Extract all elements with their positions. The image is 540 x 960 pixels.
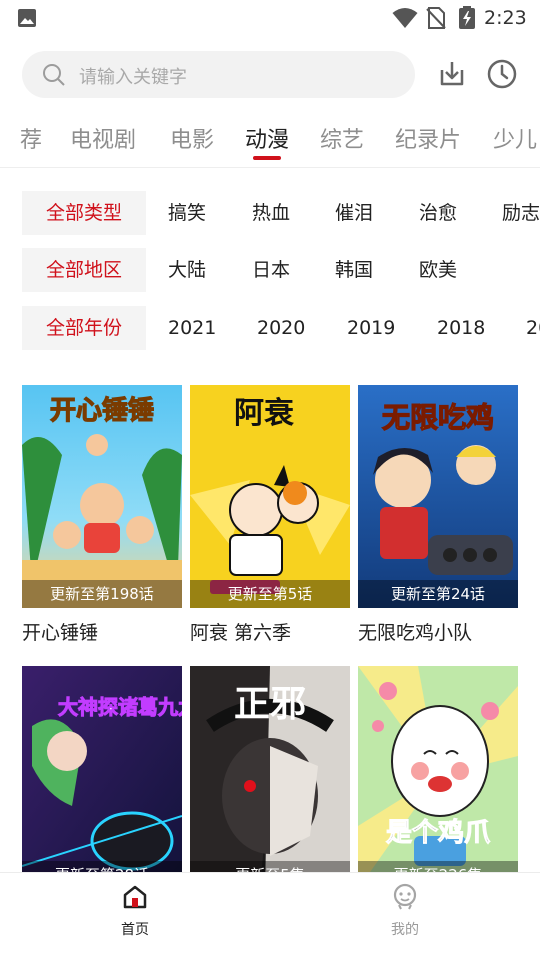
- cover-title-art: 无限吃鸡: [382, 401, 494, 434]
- show-cover[interactable]: 阿衰 更新至第5话: [190, 385, 350, 608]
- cover-art-image: 是个鸡爪: [358, 666, 518, 889]
- tab-recommend[interactable]: 荐: [20, 122, 42, 154]
- history-icon[interactable]: [486, 58, 518, 90]
- filter-type-option[interactable]: 治愈: [419, 191, 457, 235]
- cover-title-art: 是个鸡爪: [386, 817, 491, 848]
- update-badge: 更新至第5话: [190, 580, 350, 608]
- profile-icon: [393, 883, 417, 910]
- show-cover[interactable]: 正邪 更新至5集: [190, 666, 350, 889]
- gallery-notification-icon: [18, 9, 36, 27]
- filter-region-option[interactable]: 日本: [252, 248, 290, 292]
- search-input[interactable]: 请输入关键字: [22, 51, 415, 98]
- nav-me-label: 我的: [391, 922, 419, 938]
- home-icon: [123, 885, 147, 909]
- category-tabs: 荐 电视剧 电影 动漫 综艺 纪录片 少儿: [0, 110, 540, 168]
- cover-art-image: 大神探诸葛九九: [22, 666, 182, 889]
- show-title[interactable]: 开心锤锤: [22, 618, 98, 645]
- show-title[interactable]: 无限吃鸡小队: [358, 618, 472, 645]
- filter-type-all[interactable]: 全部类型: [22, 191, 146, 235]
- filter-region-option[interactable]: 韩国: [335, 248, 373, 292]
- filter-row-type: 全部类型 搞笑 热血 催泪 治愈 励志: [0, 191, 540, 235]
- cover-title-art: 正邪: [234, 684, 306, 725]
- cover-art-image: 正邪: [190, 666, 350, 889]
- tab-movie[interactable]: 电影: [170, 122, 214, 154]
- tab-variety[interactable]: 综艺: [320, 122, 364, 154]
- tab-anime[interactable]: 动漫: [245, 122, 289, 154]
- tab-documentary[interactable]: 纪录片: [395, 122, 461, 154]
- filter-year-option[interactable]: 20: [526, 306, 540, 350]
- nav-home-label: 首页: [121, 922, 149, 938]
- filter-region-option[interactable]: 大陆: [168, 248, 206, 292]
- filter-year-option[interactable]: 2020: [257, 306, 305, 350]
- cover-title-art: 开心锤锤: [50, 396, 154, 426]
- show-title[interactable]: 阿衰 第六季: [190, 618, 291, 645]
- nav-home[interactable]: 首页: [95, 883, 175, 939]
- show-card[interactable]: 开心锤锤 更新至第198话 开心锤锤: [22, 385, 182, 645]
- no-sim-icon: [426, 7, 446, 29]
- filter-region-option[interactable]: 欧美: [419, 248, 457, 292]
- update-badge: 更新至第198话: [22, 580, 182, 608]
- show-cover[interactable]: 大神探诸葛九九 更新至第28话: [22, 666, 182, 889]
- show-cover[interactable]: 是个鸡爪 更新至226集: [358, 666, 518, 889]
- cover-title-art: 阿衰: [234, 396, 294, 431]
- status-time: 2:23: [484, 7, 527, 29]
- cover-art-image: 无限吃鸡: [358, 385, 518, 608]
- filter-row-region: 全部地区 大陆 日本 韩国 欧美: [0, 248, 540, 292]
- nav-me[interactable]: 我的: [365, 883, 445, 939]
- wifi-icon: [392, 8, 418, 28]
- battery-charging-icon: [459, 6, 475, 29]
- cover-art-image: 开心锤锤: [22, 385, 182, 608]
- active-tab-indicator: [253, 156, 281, 160]
- show-card[interactable]: 是个鸡爪 更新至226集: [358, 666, 518, 889]
- show-card[interactable]: 正邪 更新至5集: [190, 666, 350, 889]
- cover-title-art: 大神探诸葛九九: [58, 695, 182, 719]
- search-placeholder: 请输入关键字: [79, 67, 187, 88]
- filter-type-option[interactable]: 励志: [502, 191, 540, 235]
- bottom-nav: 首页 我的: [0, 872, 540, 960]
- search-icon: [43, 64, 65, 86]
- filter-year-all[interactable]: 全部年份: [22, 306, 146, 350]
- tab-tv-series[interactable]: 电视剧: [70, 122, 136, 154]
- filter-year-option[interactable]: 2018: [437, 306, 485, 350]
- filter-type-option[interactable]: 催泪: [335, 191, 373, 235]
- filter-year-option[interactable]: 2019: [347, 306, 395, 350]
- filter-year-option[interactable]: 2021: [168, 306, 216, 350]
- download-icon[interactable]: [436, 58, 468, 90]
- show-cover[interactable]: 开心锤锤 更新至第198话: [22, 385, 182, 608]
- show-cover[interactable]: 无限吃鸡 更新至第24话: [358, 385, 518, 608]
- filter-type-option[interactable]: 热血: [252, 191, 290, 235]
- show-card[interactable]: 大神探诸葛九九 更新至第28话: [22, 666, 182, 889]
- status-bar: 2:23: [0, 0, 540, 36]
- show-card[interactable]: 无限吃鸡 更新至第24话 无限吃鸡小队: [358, 385, 518, 645]
- filter-region-all[interactable]: 全部地区: [22, 248, 146, 292]
- tab-kids[interactable]: 少儿: [493, 122, 537, 154]
- filter-row-year: 全部年份 2021 2020 2019 2018 20: [0, 306, 540, 350]
- show-card[interactable]: 阿衰 更新至第5话 阿衰 第六季: [190, 385, 350, 645]
- cover-art-image: 阿衰: [190, 385, 350, 608]
- update-badge: 更新至第24话: [358, 580, 518, 608]
- filter-type-option[interactable]: 搞笑: [168, 191, 206, 235]
